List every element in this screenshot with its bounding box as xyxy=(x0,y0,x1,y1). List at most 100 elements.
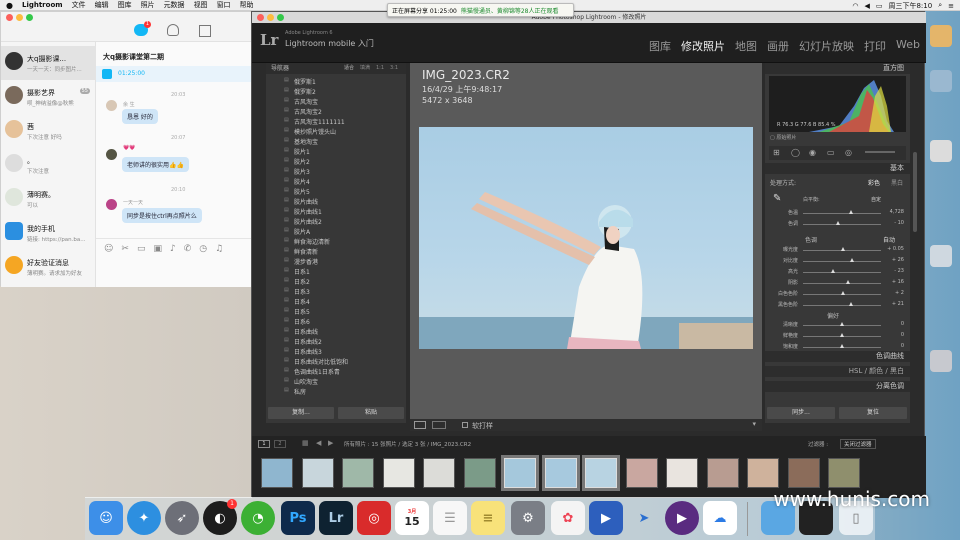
photo-preview[interactable] xyxy=(419,127,753,349)
minimize-icon[interactable] xyxy=(267,14,274,21)
wifi-icon[interactable]: ◠ xyxy=(852,2,858,10)
paste-button[interactable]: 粘贴 xyxy=(338,407,404,419)
preset-item[interactable]: 日系曲线对比低饱和 xyxy=(294,357,348,366)
menu-view[interactable]: 视图 xyxy=(194,0,208,10)
menu-window[interactable]: 窗口 xyxy=(217,0,231,10)
basic-header[interactable]: 基本 xyxy=(765,163,910,174)
preset-item[interactable]: 私房 xyxy=(294,387,306,396)
forward-arrow-icon[interactable]: ▶ xyxy=(328,439,333,447)
preset-item[interactable]: 日系5 xyxy=(294,307,310,316)
launchpad-icon[interactable]: ➶ xyxy=(165,501,199,535)
system-preferences-icon[interactable]: ⚙ xyxy=(511,501,545,535)
soft-proof-checkbox[interactable] xyxy=(462,422,468,428)
filter-select[interactable]: 关闭过滤器 xyxy=(840,439,876,449)
scissors-icon[interactable]: ✂ xyxy=(121,244,129,254)
page-2[interactable]: 2 xyxy=(274,440,286,448)
filmstrip-thumbnail[interactable] xyxy=(747,458,779,488)
treatment-color[interactable]: 彩色 xyxy=(868,178,880,187)
message-bubble[interactable]: 恳恩 好的 xyxy=(122,109,158,124)
filmstrip-source[interactable]: 所有照片 : 15 张照片 / 选定 3 张 / IMG_2023.CR2 xyxy=(344,440,471,448)
slider-knob[interactable] xyxy=(840,291,845,295)
microphone-icon[interactable]: ♪ xyxy=(170,244,176,254)
clock[interactable]: 周三下午8:10 xyxy=(888,1,932,11)
slider-knob[interactable] xyxy=(836,221,841,225)
slider-value[interactable]: + 16 xyxy=(884,279,904,285)
preset-item[interactable]: 胶片5 xyxy=(294,187,310,196)
preset-item[interactable]: 漫步香港 xyxy=(294,257,318,266)
slider-value[interactable]: + 26 xyxy=(884,257,904,263)
preset-item[interactable]: 古风淘宝2 xyxy=(294,107,322,116)
module-print[interactable]: 打印 xyxy=(864,38,886,54)
feishu-icon[interactable]: ➤ xyxy=(627,501,661,535)
slider-knob[interactable] xyxy=(846,280,851,284)
history-icon[interactable]: ◷ xyxy=(199,244,207,254)
menu-library[interactable]: 图库 xyxy=(118,0,132,10)
slider-value[interactable]: 4,728 xyxy=(884,209,904,215)
apps-grid-icon[interactable] xyxy=(199,25,211,37)
slider-knob[interactable] xyxy=(840,322,844,326)
slider-value[interactable]: + 2 xyxy=(884,290,904,296)
list-item[interactable]: 摄影艺界 呗_神纳溢像@秋熊 55 xyxy=(1,80,96,114)
menu-app-name[interactable]: Lightroom xyxy=(22,1,63,9)
preset-item[interactable]: 俄罗斯1 xyxy=(294,77,316,86)
preset-item[interactable]: 胶片1 xyxy=(294,147,310,156)
filmstrip-thumbnail[interactable] xyxy=(787,458,820,488)
preset-item[interactable]: 日系2 xyxy=(294,277,310,286)
filmstrip-thumbnail[interactable] xyxy=(504,458,536,488)
brush-slider[interactable] xyxy=(865,151,895,153)
eyedropper-icon[interactable]: ✎ xyxy=(773,193,781,204)
tone-auto[interactable]: 自动 xyxy=(883,235,895,244)
battery-icon[interactable]: ▭ xyxy=(876,2,883,10)
emoji-icon[interactable]: ☺ xyxy=(104,244,113,254)
toolbar-menu-icon[interactable]: ▾ xyxy=(752,420,756,428)
desktop-file-icon[interactable] xyxy=(930,70,952,92)
preset-item[interactable]: 胶片曲线2 xyxy=(294,217,322,226)
desktop-file-icon[interactable] xyxy=(930,245,952,267)
filmstrip-thumbnail[interactable] xyxy=(423,458,455,488)
photo-slideshow-icon[interactable]: ▶ xyxy=(589,501,623,535)
slider-knob[interactable] xyxy=(840,247,845,251)
histogram-header[interactable]: 直方图 xyxy=(765,63,910,74)
image-icon[interactable]: ▣ xyxy=(153,244,162,254)
video-player-icon[interactable]: ▶ xyxy=(665,501,699,535)
minimize-icon[interactable] xyxy=(16,14,23,21)
identity-plate[interactable]: Lightroom mobile 入门 xyxy=(285,38,374,49)
finder-icon[interactable]: ☺ xyxy=(89,501,123,535)
notes-icon[interactable]: ≡ xyxy=(471,501,505,535)
search-icon[interactable]: ⌕ xyxy=(938,1,942,10)
menu-help[interactable]: 帮助 xyxy=(240,0,254,10)
nav-1to1[interactable]: 1:1 xyxy=(376,63,384,74)
lightroom-icon[interactable]: Lr xyxy=(319,501,353,535)
preset-item[interactable]: 基地淘宝 xyxy=(294,137,318,146)
module-slideshow[interactable]: 幻灯片放映 xyxy=(799,38,854,54)
preset-item[interactable]: 日系曲线2 xyxy=(294,337,322,346)
slider-value[interactable]: - 10 xyxy=(884,220,904,226)
navigator-header[interactable]: 导航器 适合 填满 1:1 3:1 xyxy=(266,63,406,74)
preset-item[interactable]: 俄罗斯2 xyxy=(294,87,316,96)
filmstrip-thumbnail[interactable] xyxy=(382,458,415,488)
crop-tool-icon[interactable]: ⊞ xyxy=(773,148,780,157)
slider-knob[interactable] xyxy=(848,302,853,306)
screen-share-bar[interactable]: 01:25:00 xyxy=(96,66,251,82)
nav-3to1[interactable]: 3:1 xyxy=(390,63,398,74)
volume-icon[interactable]: ◀ xyxy=(864,2,869,10)
treatment-bw[interactable]: 黑白 xyxy=(891,178,903,187)
safari-icon[interactable]: ✦ xyxy=(127,501,161,535)
preset-item[interactable]: 胶片A xyxy=(294,227,310,236)
graduated-filter-icon[interactable]: ▭ xyxy=(827,148,835,157)
slider-track[interactable] xyxy=(803,283,881,284)
message-bubble[interactable]: 同步是按住ctrl再点照片么 xyxy=(122,208,202,223)
filmstrip-thumbnail[interactable] xyxy=(261,458,293,488)
tone-curve-header[interactable]: 色调曲线 xyxy=(765,351,910,362)
message-bubble[interactable]: 老师讲的很实用👍👍 xyxy=(122,157,189,172)
menu-file[interactable]: 文件 xyxy=(72,0,86,10)
preset-item[interactable]: 山吹淘宝 xyxy=(294,377,318,386)
preset-item[interactable]: 古风淘宝 xyxy=(294,97,318,106)
preset-item[interactable]: 色调曲线1日系青 xyxy=(294,367,340,376)
slider-knob[interactable] xyxy=(840,344,844,348)
netease-music-icon[interactable]: ◎ xyxy=(357,501,391,535)
nav-fill[interactable]: 填满 xyxy=(360,63,370,74)
filmstrip-thumbnail[interactable] xyxy=(342,458,374,488)
preset-item[interactable]: 胶片2 xyxy=(294,157,310,166)
grid-icon[interactable]: ▦ xyxy=(302,439,309,447)
